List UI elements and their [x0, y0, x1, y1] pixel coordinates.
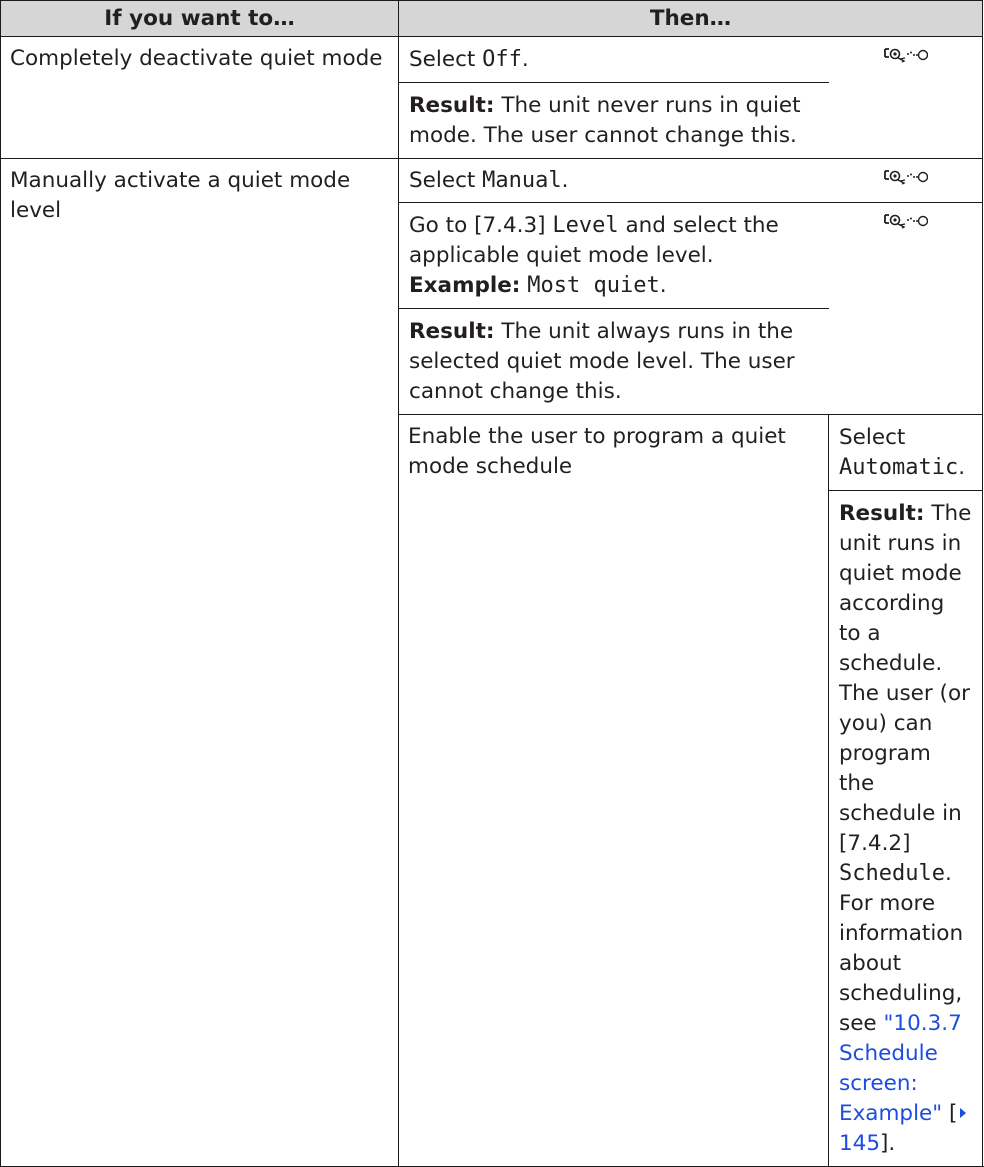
menu-value: Most quiet: [527, 273, 659, 298]
table-header: If you want to… Then…: [1, 1, 983, 37]
then-cell: Select Automatic. Result: The unit runs …: [829, 415, 983, 1167]
result-text: Result: The unit never runs in quiet mod…: [399, 82, 829, 158]
goto-instruction: Go to [7.4.3] Level and select the appli…: [409, 203, 819, 308]
icon-cell: [829, 37, 983, 159]
action-cell: Enable the user to program a quiet mode …: [399, 415, 829, 1167]
user-access-level-icon: [882, 210, 928, 240]
action-cell: Completely deactivate quiet mode: [1, 37, 399, 159]
action-cell: Manually activate a quiet mode level: [1, 159, 399, 1167]
menu-value: Level: [552, 213, 618, 238]
result-text: Result: The unit runs in quiet mode acco…: [829, 490, 983, 1166]
result-text: Result: The unit always runs in the sele…: [399, 308, 829, 414]
header-then: Then…: [399, 1, 983, 37]
icon-cell: [829, 203, 983, 415]
table-row: Completely deactivate quiet mode Select …: [1, 37, 983, 159]
page-reference-link[interactable]: 145: [839, 1131, 880, 1156]
select-instruction: Select Off.: [409, 37, 819, 82]
page-ref-arrow-icon: [957, 1101, 969, 1126]
user-access-level-icon: [882, 44, 928, 74]
quiet-mode-table: If you want to… Then… Completely deactiv…: [0, 0, 983, 1167]
then-cell: Go to [7.4.3] Level and select the appli…: [399, 203, 829, 415]
menu-value: Automatic: [839, 455, 958, 480]
menu-value: Off: [482, 47, 522, 72]
header-if-you-want-to: If you want to…: [1, 1, 399, 37]
menu-value: Manual: [482, 168, 561, 193]
icon-cell: [829, 159, 983, 203]
select-instruction: Select Automatic.: [839, 415, 973, 490]
then-cell: Select Off. Result: The unit never runs …: [399, 37, 829, 159]
then-cell: Select Manual.: [399, 159, 829, 203]
user-access-level-icon: [882, 166, 928, 196]
table-row: Manually activate a quiet mode level Sel…: [1, 159, 983, 203]
menu-value: Schedule: [839, 861, 945, 886]
select-instruction: Select Manual.: [409, 159, 819, 202]
